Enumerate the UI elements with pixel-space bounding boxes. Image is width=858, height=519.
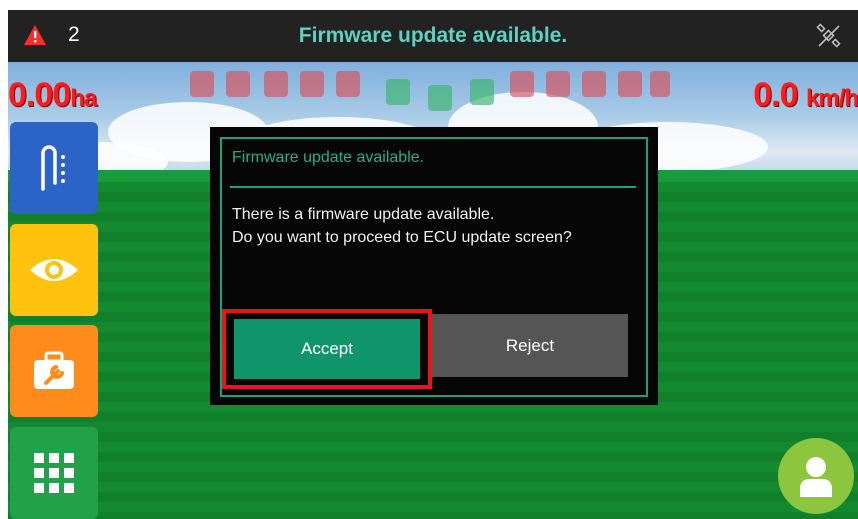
eye-icon — [30, 259, 78, 281]
firmware-update-dialog: Firmware update available. There is a fi… — [210, 127, 658, 405]
dialog-title: Firmware update available. — [232, 149, 425, 166]
area-unit: ha — [70, 85, 97, 112]
user-button[interactable] — [778, 438, 854, 514]
lightbar-segment — [190, 71, 214, 97]
view-button[interactable] — [10, 224, 98, 316]
grid-menu-icon — [34, 453, 74, 493]
lightbar-segment — [582, 71, 606, 97]
lightbar-segment — [300, 71, 324, 97]
accept-button[interactable]: Accept — [234, 319, 420, 379]
lightbar-segment — [510, 71, 534, 97]
lightbar-segment — [226, 71, 250, 97]
lightbar-segment — [650, 71, 670, 97]
lightbar-segment — [618, 71, 642, 97]
area-value: 0.00 — [8, 76, 71, 114]
dialog-message-line: Do you want to proceed to ECU update scr… — [232, 229, 572, 246]
tools-button[interactable] — [10, 325, 98, 417]
screen: 2 Firmware update available. 0.00ha 0.0 … — [8, 10, 858, 519]
lightbar-segment — [336, 71, 360, 97]
guidance-path-icon — [41, 145, 65, 191]
user-icon — [800, 457, 832, 497]
lightbar-segment — [470, 79, 494, 105]
speed-readout: 0.0 km/h — [753, 76, 858, 115]
status-title: Firmware update available. — [298, 24, 568, 47]
satellite-icon[interactable] — [816, 23, 842, 49]
guidance-button[interactable] — [10, 122, 98, 214]
accept-highlight-box: Accept — [222, 309, 432, 389]
reject-button[interactable]: Reject — [432, 314, 628, 377]
dialog-message: There is a firmware update available. Do… — [232, 203, 642, 249]
lightbar-segment — [264, 71, 288, 97]
speed-unit: km/h — [805, 85, 858, 112]
dialog-divider — [230, 186, 636, 188]
speed-value: 0.0 — [753, 76, 798, 114]
dialog-message-line: There is a firmware update available. — [232, 206, 495, 223]
lightbar — [190, 67, 670, 117]
lightbar-segment — [546, 71, 570, 97]
lightbar-segment — [386, 79, 410, 105]
area-readout: 0.00ha — [8, 76, 97, 115]
lightbar-segment — [428, 85, 452, 111]
apps-menu-button[interactable] — [10, 427, 98, 519]
toolbox-icon — [34, 351, 74, 389]
top-status-bar: 2 Firmware update available. — [8, 10, 858, 62]
